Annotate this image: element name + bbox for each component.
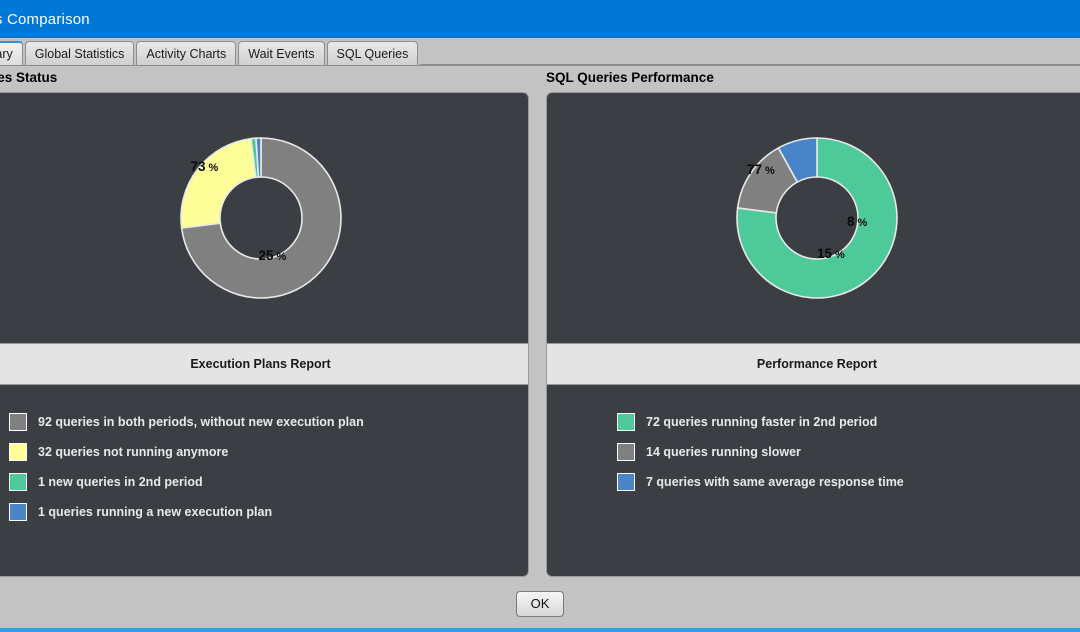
ok-button[interactable]: OK	[516, 590, 564, 617]
legend-item[interactable]: 7 queries with same average response tim…	[617, 467, 1080, 497]
donut-svg-performance	[736, 137, 898, 299]
section-title-queries-status: Queries Status	[0, 70, 58, 85]
legend-item[interactable]: 92 queries in both periods, without new …	[9, 407, 528, 437]
legend-item-label: 1 queries running a new execution plan	[38, 505, 273, 519]
tab-summary-label: mary	[0, 47, 13, 61]
legend-item[interactable]: 72 queries running faster in 2nd period	[617, 407, 1080, 437]
legend-color-swatch	[9, 443, 27, 461]
section-title-bar: Queries Status SQL Queries Performance	[0, 66, 1080, 92]
section-title-sql-queries-performance: SQL Queries Performance	[546, 70, 714, 85]
legend-item-label: 14 queries running slower	[646, 445, 801, 459]
report-header-performance: Performance Report	[547, 343, 1080, 385]
tab-strip-filler	[420, 42, 1080, 65]
window-titlebar: ...riods Comparison	[0, 0, 1080, 38]
tab-sql-queries-label: SQL Queries	[336, 46, 409, 61]
tab-activity-charts-label: Activity Charts	[146, 46, 227, 61]
donut-chart-performance[interactable]: 77% 15% 8%	[725, 126, 909, 310]
donut-svg-execution-plans	[179, 137, 342, 299]
donut-chart-execution-plans[interactable]: 73% 25%	[169, 126, 353, 310]
window-title: ...riods Comparison	[0, 10, 90, 28]
chart-area-execution-plans: 73% 25%	[0, 93, 528, 343]
legend-performance: 72 queries running faster in 2nd period 1…	[547, 385, 1080, 576]
ok-button-label: OK	[530, 596, 550, 611]
tab-strip: mary Global Statistics Activity Charts W…	[0, 38, 1080, 66]
panel-performance: 77% 15% 8% Performance Report 72 queries…	[546, 92, 1080, 577]
tab-global-statistics-label: Global Statistics	[34, 46, 125, 61]
legend-color-swatch	[9, 473, 27, 491]
tab-activity-charts[interactable]: Activity Charts	[136, 41, 237, 65]
tab-wait-events[interactable]: Wait Events	[238, 41, 325, 65]
periods-comparison-window: ...riods Comparison mary Global Statisti…	[0, 0, 1080, 632]
panels-container: 73% 25% Execution Plans Report 92 querie…	[0, 92, 1080, 579]
panel-execution-plans: 73% 25% Execution Plans Report 92 querie…	[0, 92, 529, 577]
tab-global-statistics[interactable]: Global Statistics	[24, 41, 135, 65]
legend-item-label: 1 new queries in 2nd period	[38, 475, 203, 489]
legend-item[interactable]: 32 queries not running anymore	[9, 437, 528, 467]
legend-item-label: 32 queries not running anymore	[38, 445, 229, 459]
donut-slice[interactable]	[179, 137, 257, 229]
legend-item-label: 7 queries with same average response tim…	[646, 475, 904, 489]
tab-sql-queries[interactable]: SQL Queries	[326, 41, 419, 65]
legend-item[interactable]: 1 queries running a new execution plan	[9, 497, 528, 527]
bottom-accent-strip	[0, 628, 1080, 632]
legend-item-label: 72 queries running faster in 2nd period	[646, 415, 878, 429]
chart-area-performance: 77% 15% 8%	[547, 93, 1080, 343]
legend-item-label: 92 queries in both periods, without new …	[38, 415, 364, 429]
report-title-execution-plans: Execution Plans Report	[190, 357, 331, 371]
legend-color-swatch	[9, 503, 27, 521]
tab-wait-events-label: Wait Events	[248, 46, 315, 61]
dialog-footer: OK	[0, 579, 1080, 628]
legend-color-swatch	[617, 473, 635, 491]
legend-color-swatch	[617, 443, 635, 461]
tab-summary[interactable]: mary	[0, 41, 23, 65]
legend-color-swatch	[9, 413, 27, 431]
report-header-execution-plans: Execution Plans Report	[0, 343, 528, 385]
legend-color-swatch	[617, 413, 635, 431]
legend-execution-plans: 92 queries in both periods, without new …	[0, 385, 528, 576]
legend-item[interactable]: 1 new queries in 2nd period	[9, 467, 528, 497]
legend-item[interactable]: 14 queries running slower	[617, 437, 1080, 467]
report-title-performance: Performance Report	[756, 357, 878, 371]
